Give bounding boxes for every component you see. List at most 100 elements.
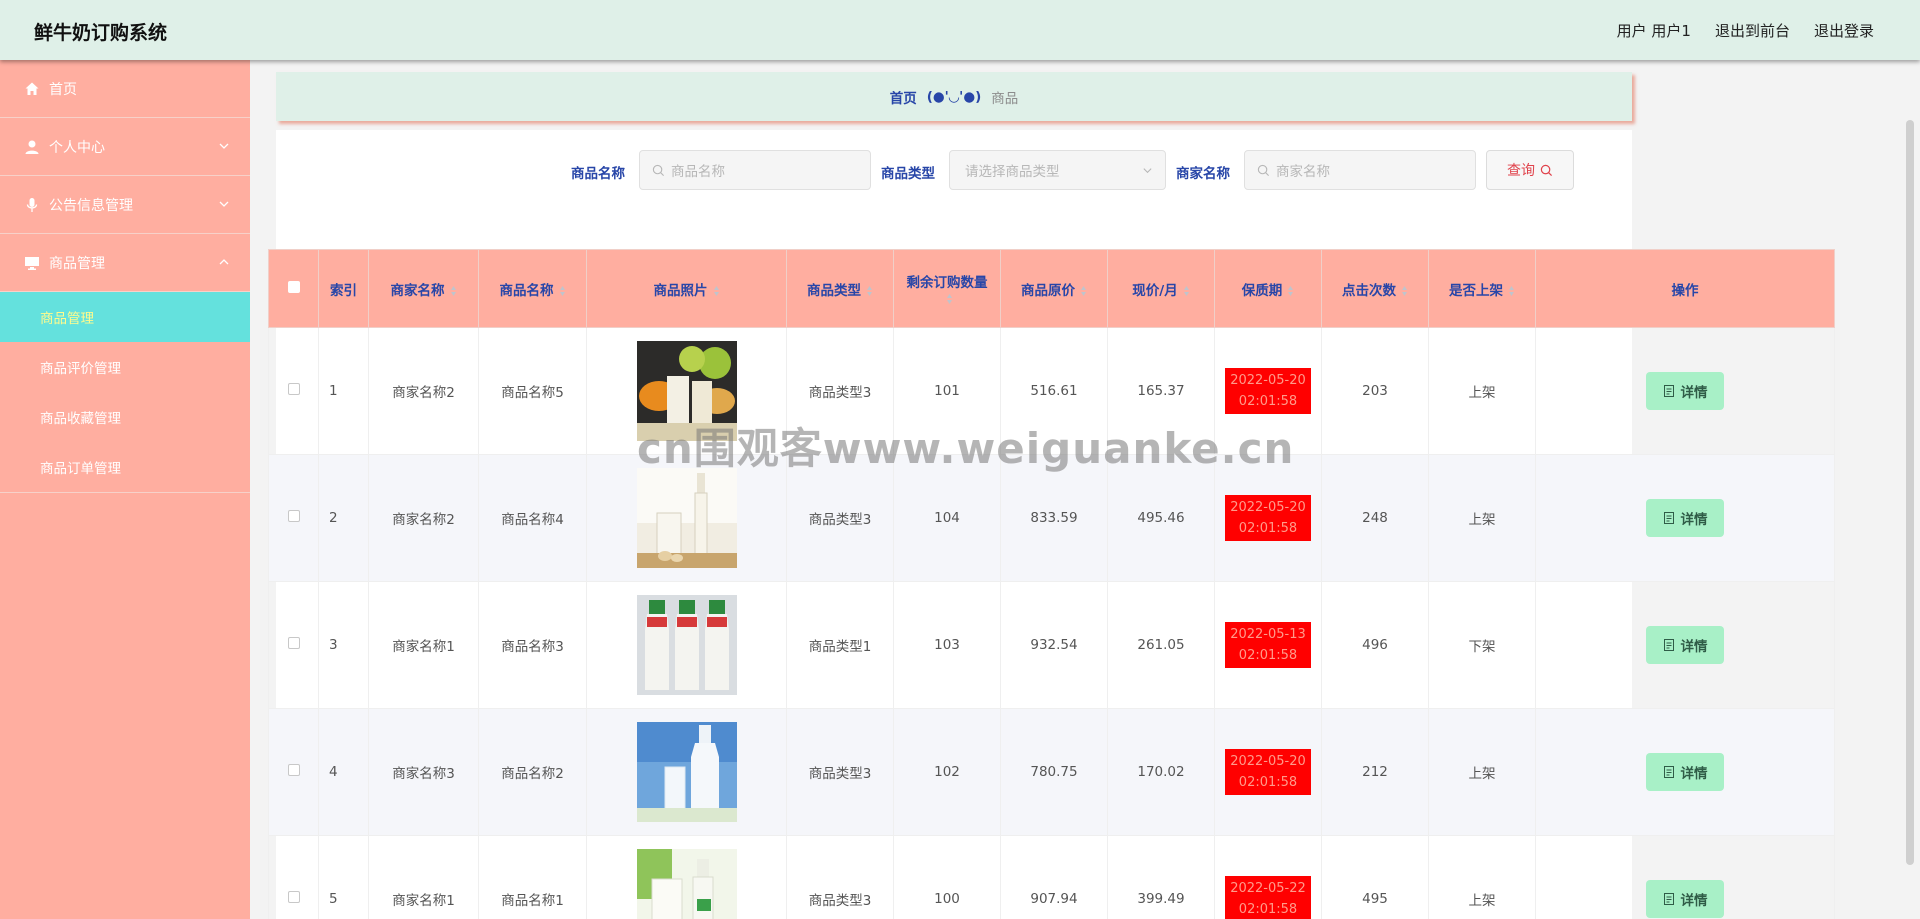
sub-item-review-manage[interactable]: 商品评价管理	[0, 342, 250, 392]
shop-name-placeholder: 商家名称	[1276, 164, 1330, 180]
column-header[interactable]: 点击次数	[1321, 249, 1429, 328]
row-select-cell[interactable]	[268, 835, 319, 919]
sort-icon[interactable]	[1183, 285, 1190, 297]
search-form: 商品名称 商品名称 商品类型 请选择商品类型 商家名称 商家名称 查询	[276, 150, 1632, 190]
current-user[interactable]: 用户 用户1	[1617, 20, 1691, 41]
detail-button-label: 详情	[1680, 893, 1708, 909]
column-header[interactable]: 剩余订购数量	[893, 249, 1001, 328]
table-header-row: 索引 商家名称 商品名称 商品照片 商品类型 剩余订购数量 商品原价 现价/月 …	[268, 249, 1835, 328]
shop-name-input[interactable]: 商家名称	[1244, 150, 1476, 190]
sub-item-favorite-manage[interactable]: 商品收藏管理	[0, 392, 250, 442]
product-name-cell: 商品名称4	[478, 454, 587, 582]
sidebar-item-notice[interactable]: 公告信息管理	[0, 176, 250, 234]
click-count-cell: 203	[1321, 327, 1429, 455]
product-photo-milk-jug[interactable]	[636, 849, 737, 919]
row-index: 1	[318, 327, 369, 455]
sort-icon[interactable]	[1508, 285, 1515, 297]
product-photo-bottle-glass[interactable]	[636, 722, 737, 822]
product-photo-milk-bottle[interactable]	[636, 468, 737, 568]
expire-badge: 2022-05-13 02:01:58	[1225, 622, 1311, 668]
detail-button-label: 详情	[1680, 512, 1708, 528]
row-select-cell[interactable]	[268, 581, 319, 709]
detail-button[interactable]: 详情	[1646, 499, 1724, 537]
chevron-down-icon	[219, 143, 229, 149]
product-type-placeholder: 请选择商品类型	[965, 164, 1060, 180]
column-header[interactable]: 商品名称	[478, 249, 587, 328]
detail-button[interactable]: 详情	[1646, 753, 1724, 791]
action-cell: 详情	[1535, 835, 1835, 919]
column-label: 商品原价	[1021, 282, 1075, 299]
select-all-checkbox[interactable]	[287, 280, 300, 293]
original-price-cell: 516.61	[1000, 327, 1108, 455]
main-area: 首页 (●'◡'●) 商品 商品名称 商品名称 商品类型 请选择商品类型 商家名…	[250, 60, 1920, 919]
document-icon	[1663, 893, 1674, 905]
expire-cell: 2022-05-22 02:01:58	[1214, 835, 1322, 919]
expire-cell: 2022-05-20 02:01:58	[1214, 708, 1322, 836]
logout-link[interactable]: 退出登录	[1814, 20, 1874, 41]
sidebar-item-personal-center[interactable]: 个人中心	[0, 118, 250, 176]
query-button-label: 查询	[1507, 163, 1535, 179]
sort-icon[interactable]	[450, 285, 457, 297]
product-photo-three-bottles[interactable]	[636, 595, 737, 695]
current-price-cell: 170.02	[1107, 708, 1215, 836]
expire-badge: 2022-05-20 02:01:58	[1225, 368, 1311, 414]
sidebar-item-home[interactable]: 首页	[0, 60, 250, 118]
detail-button[interactable]: 详情	[1646, 626, 1724, 664]
document-icon	[1663, 766, 1674, 778]
sidebar-item-product[interactable]: 商品管理	[0, 234, 250, 292]
product-name-cell: 商品名称2	[478, 708, 587, 836]
product-type-select[interactable]: 请选择商品类型	[949, 150, 1166, 190]
click-count-cell: 212	[1321, 708, 1429, 836]
sort-icon[interactable]	[713, 285, 720, 297]
breadcrumb-home[interactable]: 首页	[890, 87, 917, 107]
column-label: 现价/月	[1132, 282, 1178, 299]
row-checkbox[interactable]	[287, 891, 300, 903]
column-header[interactable]: 商品原价	[1000, 249, 1108, 328]
action-cell: 详情	[1535, 454, 1835, 582]
sort-icon[interactable]	[866, 285, 873, 297]
row-checkbox[interactable]	[287, 764, 300, 776]
column-header[interactable]: 商品照片	[586, 249, 787, 328]
sort-icon[interactable]	[1287, 285, 1294, 297]
table-row: 3 商家名称1 商品名称3 商品类型1 103 932.54 261.05 20…	[268, 581, 1835, 709]
product-photo-cell	[586, 581, 787, 709]
column-header[interactable]: 保质期	[1214, 249, 1322, 328]
row-checkbox[interactable]	[287, 510, 300, 522]
row-select-cell[interactable]	[268, 454, 319, 582]
sort-icon[interactable]	[559, 285, 566, 297]
sort-icon[interactable]	[946, 293, 953, 305]
sub-item-order-manage[interactable]: 商品订单管理	[0, 442, 250, 492]
sub-item-product-manage[interactable]: 商品管理	[0, 292, 250, 342]
stock-cell: 101	[893, 327, 1001, 455]
column-label: 商品类型	[807, 282, 861, 299]
expire-cell: 2022-05-20 02:01:58	[1214, 327, 1322, 455]
stock-cell: 100	[893, 835, 1001, 919]
sort-icon[interactable]	[1080, 285, 1087, 297]
product-photo-cell	[586, 708, 787, 836]
row-index: 4	[318, 708, 369, 836]
sidebar-item-label: 首页	[49, 81, 77, 98]
product-photo-cell	[586, 835, 787, 919]
row-index: 2	[318, 454, 369, 582]
column-header[interactable]: 是否上架	[1428, 249, 1536, 328]
detail-button[interactable]: 详情	[1646, 372, 1724, 410]
column-header[interactable]: 商品类型	[786, 249, 894, 328]
home-icon	[25, 82, 39, 95]
column-header[interactable]: 商家名称	[368, 249, 479, 328]
row-select-cell[interactable]	[268, 708, 319, 836]
product-name-cell: 商品名称3	[478, 581, 587, 709]
row-select-cell[interactable]	[268, 327, 319, 455]
select-all-cell[interactable]	[268, 249, 319, 328]
row-checkbox[interactable]	[287, 637, 300, 649]
row-checkbox[interactable]	[287, 383, 300, 395]
query-button[interactable]: 查询	[1486, 150, 1574, 190]
detail-button[interactable]: 详情	[1646, 880, 1724, 918]
monitor-icon	[25, 256, 39, 270]
column-header: 索引	[318, 249, 369, 328]
vertical-scrollbar[interactable]	[1906, 120, 1914, 865]
product-name-input[interactable]: 商品名称	[639, 150, 871, 190]
product-photo-milk-bread[interactable]	[636, 341, 737, 441]
exit-to-front-link[interactable]: 退出到前台	[1715, 20, 1790, 41]
column-header[interactable]: 现价/月	[1107, 249, 1215, 328]
sort-icon[interactable]	[1401, 285, 1408, 297]
